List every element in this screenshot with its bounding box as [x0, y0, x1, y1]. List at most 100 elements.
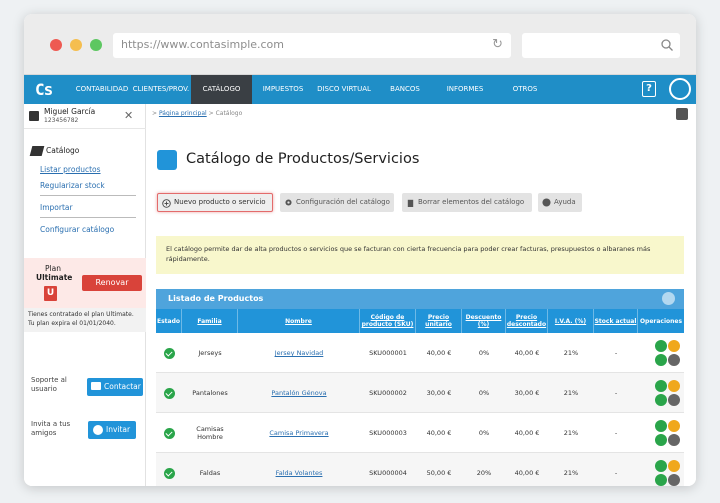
- invite-button[interactable]: Invitar: [88, 421, 136, 439]
- new-product-label: Nuevo producto o servicio: [174, 198, 266, 206]
- cell-iva: 21%: [563, 389, 579, 397]
- app-logo[interactable]: Cs: [35, 80, 53, 99]
- stack-icon[interactable]: [655, 460, 667, 472]
- browser-window: https://www.contasimple.com ↻ Cs CONTABI…: [24, 14, 696, 486]
- stack-icon[interactable]: [655, 340, 667, 352]
- delete-elements-label: Borrar elementos del catálogo: [418, 198, 525, 206]
- table-row[interactable]: Jerseys Jersey Navidad SKU000001 40,00 € 0% 4…: [156, 333, 684, 373]
- support-label: Soporte al usuario: [31, 376, 67, 393]
- contact-button[interactable]: Contactar: [87, 378, 143, 396]
- collapse-sidebar-icon[interactable]: ✕: [124, 109, 133, 122]
- edit-icon[interactable]: [668, 420, 680, 432]
- sidebar-link-listar-productos[interactable]: Listar productos: [40, 165, 101, 174]
- browser-search-input[interactable]: [522, 33, 680, 58]
- delete-elements-button[interactable]: Borrar elementos del catálogo: [402, 193, 532, 212]
- breadcrumb-current: Catálogo: [215, 110, 243, 117]
- trash-icon: [407, 199, 414, 207]
- stack-icon[interactable]: [655, 380, 667, 392]
- column-header-descuento[interactable]: Descuento (%): [462, 309, 506, 333]
- cell-descontado: 40,00 €: [514, 429, 540, 437]
- column-header-precio[interactable]: Precio unitario: [416, 309, 462, 333]
- new-product-button[interactable]: Nuevo producto o servicio: [157, 193, 273, 212]
- product-name-link[interactable]: Pantalón Génova: [238, 373, 360, 413]
- table-row[interactable]: Faldas Falda Volantes SKU000004 50,00 € 20% 4…: [156, 453, 684, 486]
- nav-item-bancos[interactable]: BANCOS: [386, 75, 424, 104]
- sidebar-link-regularizar-stock[interactable]: Regularizar stock: [40, 181, 105, 190]
- column-header-estado[interactable]: Estado: [156, 309, 182, 333]
- more-icon[interactable]: [668, 434, 680, 446]
- cell-precio: 40,00 €: [426, 349, 452, 357]
- table-row[interactable]: Pantalones Pantalón Génova SKU000002 30,00 …: [156, 373, 684, 413]
- column-header-iva[interactable]: I.V.A. (%): [548, 309, 594, 333]
- help-button-label: Ayuda: [554, 198, 576, 206]
- nav-item-disco-virtual[interactable]: DISCO VIRTUAL: [314, 75, 374, 104]
- cell-descontado: 40,00 €: [514, 469, 540, 477]
- user-panel[interactable]: Miguel García 123456782 ✕: [24, 104, 146, 129]
- nav-item-clientes[interactable]: CLIENTES/PROV.: [131, 75, 191, 104]
- plan-name: Ultimate: [36, 273, 73, 282]
- nav-item-catalogo[interactable]: CATÁLOGO: [191, 75, 252, 104]
- address-bar[interactable]: https://www.contasimple.com ↻: [113, 33, 511, 58]
- column-header-descontado[interactable]: Precio descontado: [506, 309, 548, 333]
- edit-icon[interactable]: [668, 460, 680, 472]
- product-name-link[interactable]: Jersey Navidad: [238, 333, 360, 373]
- nav-item-informes[interactable]: INFORMES: [442, 75, 488, 104]
- url-text: https://www.contasimple.com: [121, 38, 285, 51]
- search-icon[interactable]: [660, 38, 674, 52]
- minimize-window-button[interactable]: [70, 39, 82, 51]
- operations-cell: [638, 413, 684, 453]
- status-cell: [156, 453, 182, 486]
- renew-button[interactable]: Renovar: [82, 275, 142, 291]
- product-name-link[interactable]: Falda Volantes: [238, 453, 360, 486]
- column-header-nombre[interactable]: Nombre: [238, 309, 360, 333]
- plan-label: Plan: [45, 264, 61, 273]
- cell-sku: SKU000001: [369, 349, 407, 357]
- column-header-familia[interactable]: Familia: [182, 309, 238, 333]
- location-icon[interactable]: [669, 78, 691, 100]
- help-button[interactable]: Ayuda: [538, 193, 582, 212]
- catalog-config-label: Configuración del catálogo: [296, 198, 390, 206]
- table-row[interactable]: Camisas Hombre Camisa Primavera SKU000003 4…: [156, 413, 684, 453]
- catalog-title-icon: [157, 150, 177, 170]
- breadcrumb-home-link[interactable]: Página principal: [159, 110, 207, 117]
- collapse-list-icon[interactable]: [662, 292, 675, 305]
- plan-panel: Plan Ultimate U Renovar: [24, 258, 146, 308]
- edit-icon[interactable]: [668, 380, 680, 392]
- reload-icon[interactable]: ↻: [492, 37, 503, 52]
- operations-cell: [638, 453, 684, 486]
- main-content: > Página principal > Catálogo Catálogo d…: [146, 104, 696, 486]
- page-title: Catálogo de Productos/Servicios: [186, 151, 420, 167]
- nav-item-impuestos[interactable]: IMPUESTOS: [258, 75, 308, 104]
- help-icon[interactable]: ?: [642, 81, 656, 97]
- zoom-search-icon[interactable]: [676, 108, 688, 120]
- copy-icon[interactable]: [655, 474, 667, 486]
- copy-icon[interactable]: [655, 434, 667, 446]
- more-icon[interactable]: [668, 354, 680, 366]
- invite-text: Invita a tus amigos: [31, 420, 71, 437]
- close-window-button[interactable]: [50, 39, 62, 51]
- edit-icon[interactable]: [668, 340, 680, 352]
- sidebar-link-configurar-catalogo[interactable]: Configurar catálogo: [40, 225, 114, 234]
- cell-descuento: 0%: [478, 389, 490, 397]
- nav-item-contabilidad[interactable]: CONTABILIDAD: [73, 75, 131, 104]
- stack-icon[interactable]: [655, 420, 667, 432]
- mail-icon: [91, 382, 101, 390]
- column-header-sku[interactable]: Código de producto (SKU): [360, 309, 416, 333]
- more-icon[interactable]: [668, 474, 680, 486]
- cell-stock: -: [614, 429, 618, 437]
- maximize-window-button[interactable]: [90, 39, 102, 51]
- sidebar-link-importar[interactable]: Importar: [40, 203, 73, 212]
- nav-item-otros[interactable]: OTROS: [510, 75, 540, 104]
- breadcrumb-separator: >: [208, 110, 214, 117]
- product-name-link[interactable]: Camisa Primavera: [238, 413, 360, 453]
- cell-precio: 50,00 €: [426, 469, 452, 477]
- copy-icon[interactable]: [655, 354, 667, 366]
- column-header-stock[interactable]: Stock actual: [594, 309, 638, 333]
- catalog-notice: El catálogo permite dar de alta producto…: [156, 236, 684, 274]
- status-cell: [156, 333, 182, 373]
- operations-cell: [638, 333, 684, 373]
- cell-stock: -: [614, 349, 618, 357]
- copy-icon[interactable]: [655, 394, 667, 406]
- more-icon[interactable]: [668, 394, 680, 406]
- catalog-config-button[interactable]: Configuración del catálogo: [280, 193, 394, 212]
